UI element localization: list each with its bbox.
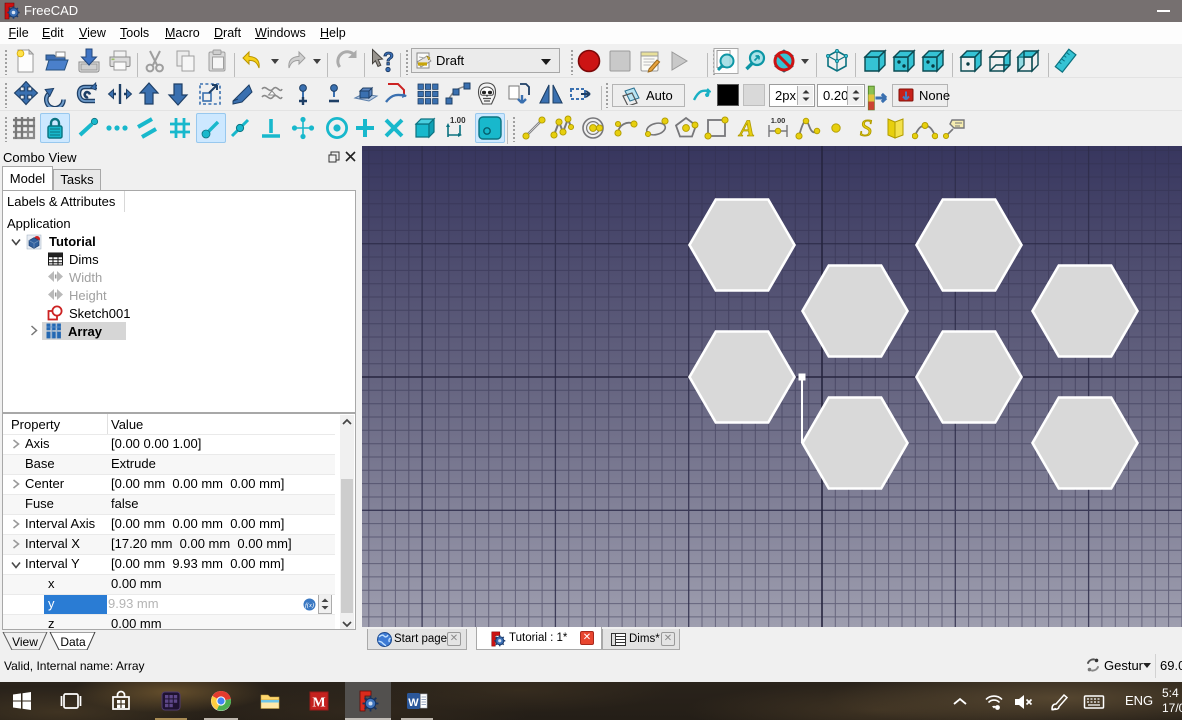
svg-text:1.00: 1.00: [771, 116, 786, 125]
svg-text:W: W: [408, 697, 419, 709]
svg-text:A: A: [737, 116, 754, 141]
svg-text:Data: Data: [60, 635, 86, 649]
svg-text:?: ?: [383, 49, 394, 69]
svg-text:f(x): f(x): [305, 602, 314, 609]
svg-text:1.00: 1.00: [450, 116, 466, 125]
svg-text:S: S: [860, 116, 872, 141]
svg-text:M: M: [312, 696, 325, 711]
svg-text:View: View: [12, 635, 38, 649]
